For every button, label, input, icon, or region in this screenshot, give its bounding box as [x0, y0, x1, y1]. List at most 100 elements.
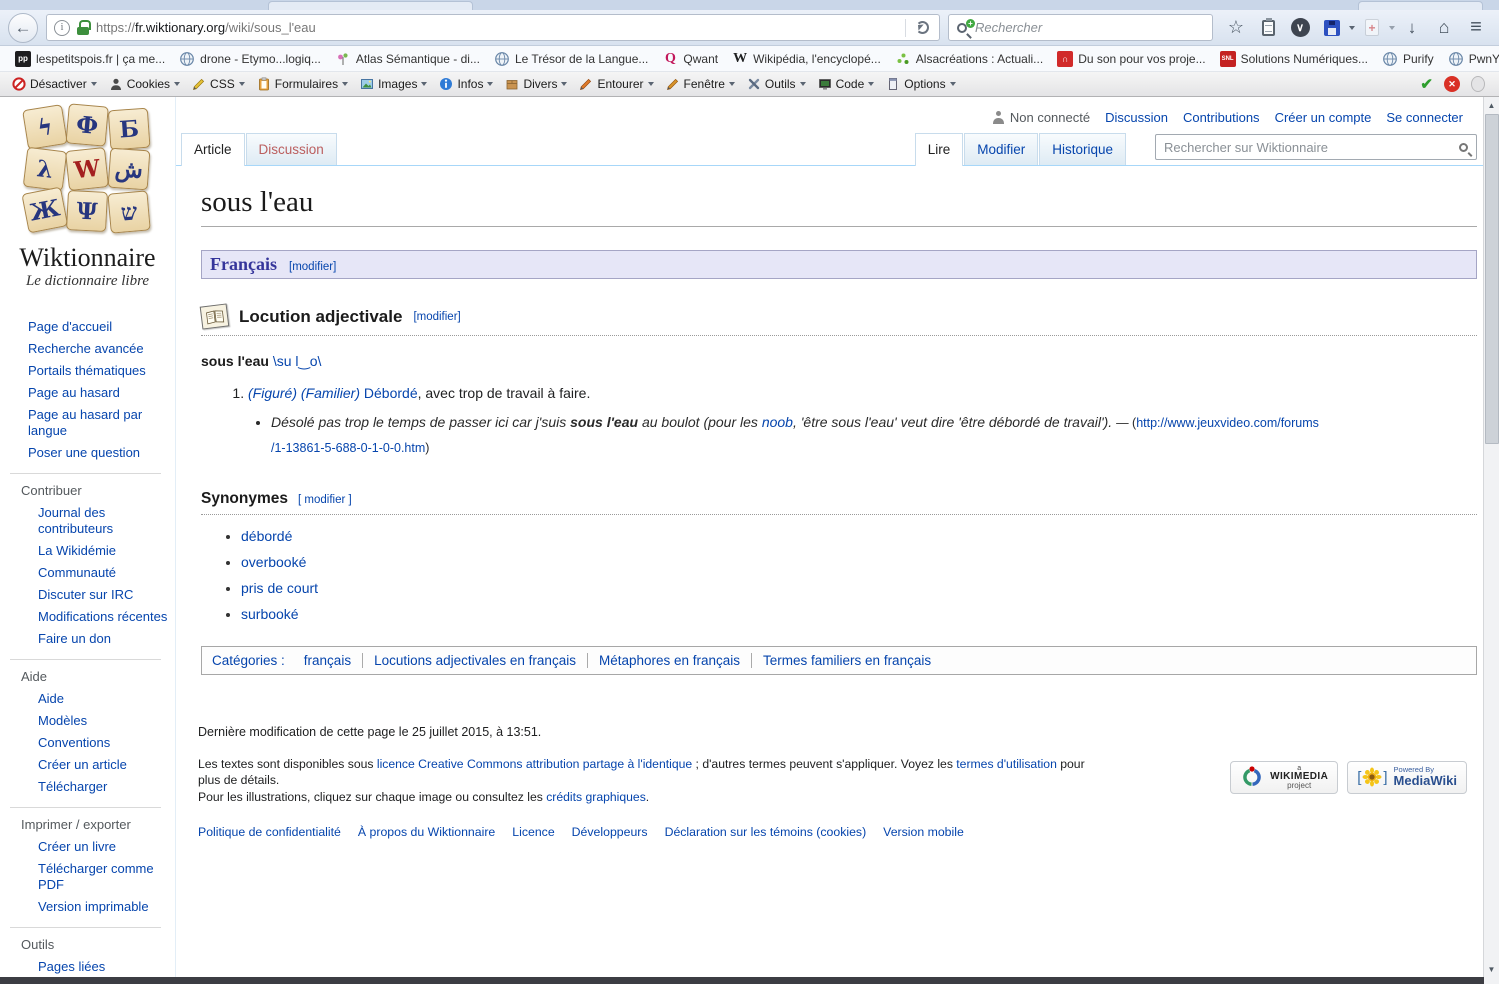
- sidebar-item[interactable]: Créer un livre: [0, 836, 175, 858]
- wikimedia-badge[interactable]: aWIKIMEDIAproject: [1230, 761, 1338, 794]
- sidebar-link[interactable]: La Wikidémie: [38, 543, 169, 559]
- bookmark-item[interactable]: Purify: [1375, 49, 1441, 69]
- sidebar-item[interactable]: La Wikidémie: [0, 540, 175, 562]
- devbar-item-infos[interactable]: Infos: [433, 75, 499, 93]
- sidebar-link[interactable]: Télécharger: [38, 779, 169, 795]
- bookmark-item[interactable]: SNLSolutions Numériques...: [1213, 49, 1375, 69]
- footer-link-mobile[interactable]: Version mobile: [883, 825, 964, 839]
- tab-lire[interactable]: Lire: [915, 133, 964, 166]
- wiki-search-box[interactable]: [1155, 134, 1477, 160]
- personal-link-login[interactable]: Se connecter: [1386, 110, 1463, 125]
- vertical-scrollbar[interactable]: [1483, 97, 1499, 984]
- category-link[interactable]: Métaphores en français: [599, 653, 740, 668]
- menu-icon[interactable]: [1461, 14, 1491, 42]
- sidebar-link[interactable]: Créer un livre: [38, 839, 169, 855]
- bookmark-item[interactable]: ∩Du son pour vos proje...: [1050, 49, 1212, 69]
- devbar-item-cookies[interactable]: Cookies: [103, 75, 186, 93]
- sidebar-link[interactable]: Portails thématiques: [28, 363, 169, 379]
- edit-section-link[interactable]: [modifier]: [413, 311, 460, 323]
- sidebar-link[interactable]: Discuter sur IRC: [38, 587, 169, 603]
- category-link[interactable]: français: [304, 653, 351, 668]
- tab-historique[interactable]: Historique: [1039, 133, 1126, 165]
- sidebar-link[interactable]: Page d'accueil: [28, 319, 169, 335]
- category-link[interactable]: Termes familiers en français: [763, 653, 931, 668]
- url-bar[interactable]: https://fr.wiktionary.org/wiki/sous_l'ea…: [46, 14, 940, 41]
- pronunciation-link[interactable]: \su l‿o\: [273, 353, 322, 369]
- personal-link-create-account[interactable]: Créer un compte: [1275, 110, 1372, 125]
- sidebar-link[interactable]: Recherche avancée: [28, 341, 169, 357]
- browser-search-bar[interactable]: [948, 14, 1213, 41]
- sidebar-item[interactable]: Modèles: [0, 710, 175, 732]
- bookmark-item[interactable]: QQwant: [655, 49, 725, 69]
- sidebar-link[interactable]: Pages liées: [38, 959, 169, 975]
- terms-link[interactable]: termes d'utilisation: [956, 757, 1057, 771]
- browser-tab[interactable]: [268, 1, 473, 10]
- sidebar-item-hasard[interactable]: Page au hasard: [0, 382, 175, 404]
- sidebar-item[interactable]: Conventions: [0, 732, 175, 754]
- sidebar-item[interactable]: Télécharger: [0, 776, 175, 798]
- devbar-item-entourer[interactable]: Entourer: [573, 75, 659, 93]
- devbar-item-code[interactable]: Code: [812, 75, 881, 93]
- devbar-item-outils[interactable]: Outils: [741, 75, 812, 93]
- footer-link-privacy[interactable]: Politique de confidentialité: [198, 825, 341, 839]
- sidebar-item-hasard-langue[interactable]: Page au hasard par langue: [0, 404, 175, 442]
- sidebar-link[interactable]: Conventions: [38, 735, 169, 751]
- save-session-icon[interactable]: [1317, 14, 1347, 42]
- bookmark-item[interactable]: drone - Etymo...logiq...: [172, 49, 328, 69]
- bookmark-item[interactable]: Le Trésor de la Langue...: [487, 49, 655, 69]
- personal-link-discussion[interactable]: Discussion: [1105, 110, 1168, 125]
- sidebar-link[interactable]: Page au hasard: [28, 385, 169, 401]
- tab-discussion[interactable]: Discussion: [246, 133, 337, 165]
- bookmark-item[interactable]: pplespetitspois.fr | ça me...: [8, 49, 172, 69]
- synonym-link[interactable]: overbooké: [241, 554, 306, 570]
- footer-link-about[interactable]: À propos du Wiktionnaire: [358, 825, 495, 839]
- devbar-item-css[interactable]: CSS: [186, 75, 251, 93]
- wiktionary-logo[interactable]: ϟ Ф Б λ W ش Ж Ψ ש Wiktionnaire Le dictio…: [8, 107, 168, 290]
- credits-link[interactable]: crédits graphiques: [546, 790, 646, 804]
- sidebar-item[interactable]: Version imprimable: [0, 896, 175, 918]
- footer-link-developers[interactable]: Développeurs: [572, 825, 648, 839]
- sidebar-item[interactable]: Modifications récentes: [0, 606, 175, 628]
- synonym-link[interactable]: débordé: [241, 528, 292, 544]
- devbar-item-formulaires[interactable]: Formulaires: [251, 75, 354, 93]
- sidebar-link[interactable]: Télécharger comme PDF: [38, 861, 169, 893]
- sidebar-link[interactable]: Poser une question: [28, 445, 169, 461]
- back-button[interactable]: [8, 13, 38, 43]
- edit-section-link[interactable]: [ modifier ]: [298, 494, 352, 506]
- tab-modifier[interactable]: Modifier: [964, 133, 1038, 165]
- sidebar-item[interactable]: Faire un don: [0, 628, 175, 650]
- search-icon[interactable]: [1459, 143, 1468, 152]
- sidebar-link[interactable]: Journal des contributeurs: [38, 505, 169, 537]
- sidebar-item-question[interactable]: Poser une question: [0, 442, 175, 464]
- clipboard-icon[interactable]: [1253, 14, 1283, 42]
- sidebar-item-portails[interactable]: Portails thématiques: [0, 360, 175, 382]
- bookmark-item[interactable]: PwnYouTube: [1441, 49, 1499, 69]
- downloads-icon[interactable]: [1397, 14, 1427, 42]
- edit-section-link[interactable]: [modifier]: [289, 261, 336, 273]
- scroll-up-button[interactable]: [1484, 97, 1499, 113]
- sidebar-item[interactable]: Télécharger comme PDF: [0, 858, 175, 896]
- sidebar-item[interactable]: Aide: [0, 688, 175, 710]
- cc-license-link[interactable]: licence Creative Commons attribution par…: [377, 757, 692, 771]
- scrollbar-thumb[interactable]: [1485, 114, 1499, 444]
- personal-link-contributions[interactable]: Contributions: [1183, 110, 1260, 125]
- synonym-link[interactable]: surbooké: [241, 606, 299, 622]
- sidebar-item[interactable]: Créer un article: [0, 754, 175, 776]
- sidebar-link[interactable]: Aide: [38, 691, 169, 707]
- scroll-down-button[interactable]: [1484, 961, 1499, 977]
- bookmark-item[interactable]: Alsacréations : Actuali...: [888, 49, 1050, 69]
- error-icon[interactable]: [1444, 76, 1460, 92]
- bookmark-item[interactable]: WWikipédia, l'encyclopé...: [725, 49, 888, 69]
- bookmark-item[interactable]: Atlas Sémantique - di...: [328, 49, 487, 69]
- search-engine-icon[interactable]: [957, 23, 967, 33]
- sidebar-item-accueil[interactable]: Page d'accueil: [0, 316, 175, 338]
- sidebar-link[interactable]: Version imprimable: [38, 899, 169, 915]
- sidebar-link[interactable]: Modifications récentes: [38, 609, 169, 625]
- valid-check-icon[interactable]: [1420, 75, 1433, 93]
- idle-status-icon[interactable]: [1471, 76, 1485, 92]
- mediawiki-badge[interactable]: Powered ByMediaWiki: [1347, 761, 1467, 794]
- sidebar-item-recherche-avancee[interactable]: Recherche avancée: [0, 338, 175, 360]
- site-info-icon[interactable]: [54, 20, 70, 36]
- wiki-search-input[interactable]: [1164, 140, 1453, 155]
- chevron-down-icon[interactable]: [1349, 26, 1355, 30]
